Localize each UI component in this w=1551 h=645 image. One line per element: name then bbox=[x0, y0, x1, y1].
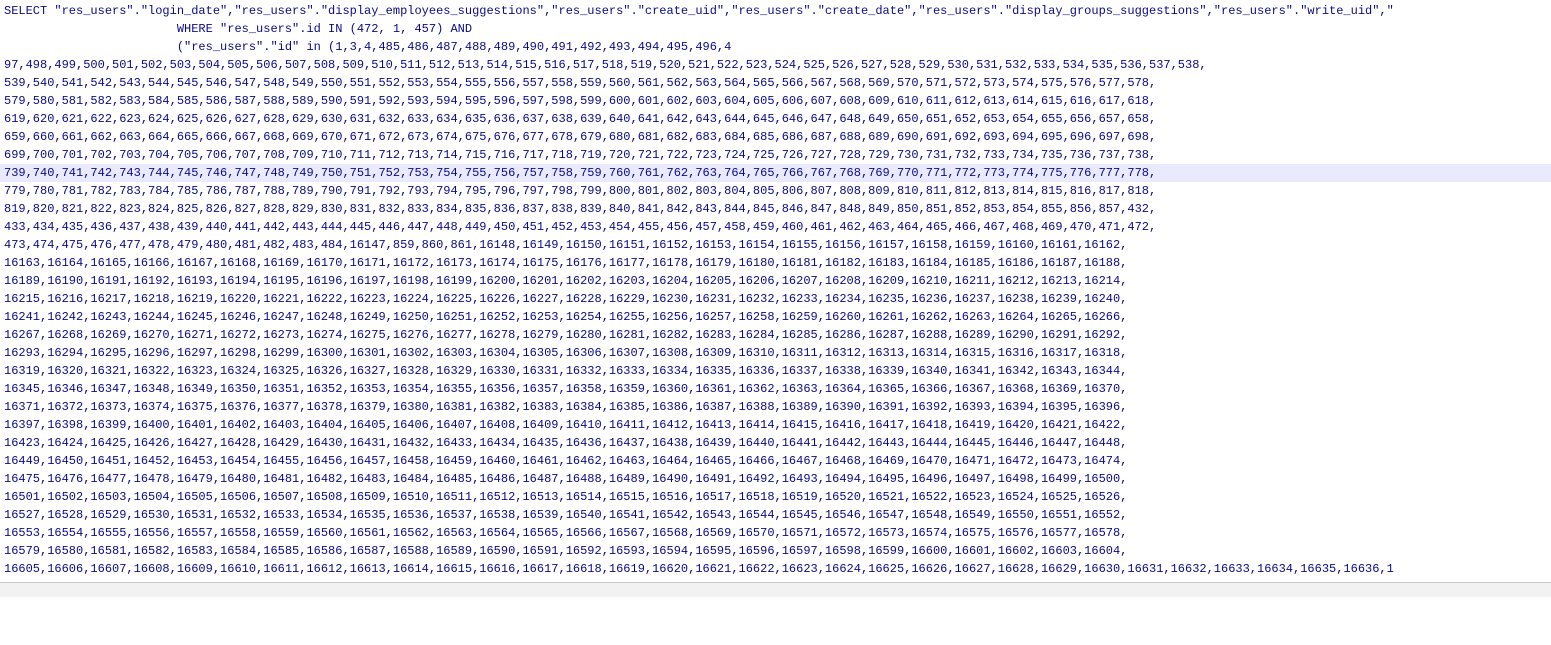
log-line: 16527,16528,16529,16530,16531,16532,1653… bbox=[0, 506, 1551, 524]
log-line: 16189,16190,16191,16192,16193,16194,1619… bbox=[0, 272, 1551, 290]
log-line: 16449,16450,16451,16452,16453,16454,1645… bbox=[0, 452, 1551, 470]
log-line: 433,434,435,436,437,438,439,440,441,442,… bbox=[0, 218, 1551, 236]
log-line: 16475,16476,16477,16478,16479,16480,1648… bbox=[0, 470, 1551, 488]
log-line: 779,780,781,782,783,784,785,786,787,788,… bbox=[0, 182, 1551, 200]
log-line: 16241,16242,16243,16244,16245,16246,1624… bbox=[0, 308, 1551, 326]
sql-log-viewer[interactable]: SELECT "res_users"."login_date","res_use… bbox=[0, 0, 1551, 582]
log-line: 16267,16268,16269,16270,16271,16272,1627… bbox=[0, 326, 1551, 344]
log-line: 16397,16398,16399,16400,16401,16402,1640… bbox=[0, 416, 1551, 434]
log-line: 473,474,475,476,477,478,479,480,481,482,… bbox=[0, 236, 1551, 254]
log-line: ("res_users"."id" in (1,3,4,485,486,487,… bbox=[0, 38, 1551, 56]
log-line: 619,620,621,622,623,624,625,626,627,628,… bbox=[0, 110, 1551, 128]
log-line: 579,580,581,582,583,584,585,586,587,588,… bbox=[0, 92, 1551, 110]
log-line: 819,820,821,822,823,824,825,826,827,828,… bbox=[0, 200, 1551, 218]
log-line: 659,660,661,662,663,664,665,666,667,668,… bbox=[0, 128, 1551, 146]
log-line: 699,700,701,702,703,704,705,706,707,708,… bbox=[0, 146, 1551, 164]
log-line: 16579,16580,16581,16582,16583,16584,1658… bbox=[0, 542, 1551, 560]
horizontal-scrollbar[interactable] bbox=[0, 582, 1551, 597]
log-line: 16501,16502,16503,16504,16505,16506,1650… bbox=[0, 488, 1551, 506]
log-line: 16215,16216,16217,16218,16219,16220,1622… bbox=[0, 290, 1551, 308]
log-line: 16293,16294,16295,16296,16297,16298,1629… bbox=[0, 344, 1551, 362]
log-line: 16553,16554,16555,16556,16557,16558,1655… bbox=[0, 524, 1551, 542]
log-line: 16345,16346,16347,16348,16349,16350,1635… bbox=[0, 380, 1551, 398]
log-line: WHERE "res_users".id IN (472, 1, 457) AN… bbox=[0, 20, 1551, 38]
log-line: 16371,16372,16373,16374,16375,16376,1637… bbox=[0, 398, 1551, 416]
log-line: 16423,16424,16425,16426,16427,16428,1642… bbox=[0, 434, 1551, 452]
log-line: 97,498,499,500,501,502,503,504,505,506,5… bbox=[0, 56, 1551, 74]
log-line: 539,540,541,542,543,544,545,546,547,548,… bbox=[0, 74, 1551, 92]
log-line-highlighted: 739,740,741,742,743,744,745,746,747,748,… bbox=[0, 164, 1551, 182]
log-line: 16319,16320,16321,16322,16323,16324,1632… bbox=[0, 362, 1551, 380]
log-line: SELECT "res_users"."login_date","res_use… bbox=[0, 2, 1551, 20]
log-line: 16605,16606,16607,16608,16609,16610,1661… bbox=[0, 560, 1551, 578]
log-line: 16163,16164,16165,16166,16167,16168,1616… bbox=[0, 254, 1551, 272]
